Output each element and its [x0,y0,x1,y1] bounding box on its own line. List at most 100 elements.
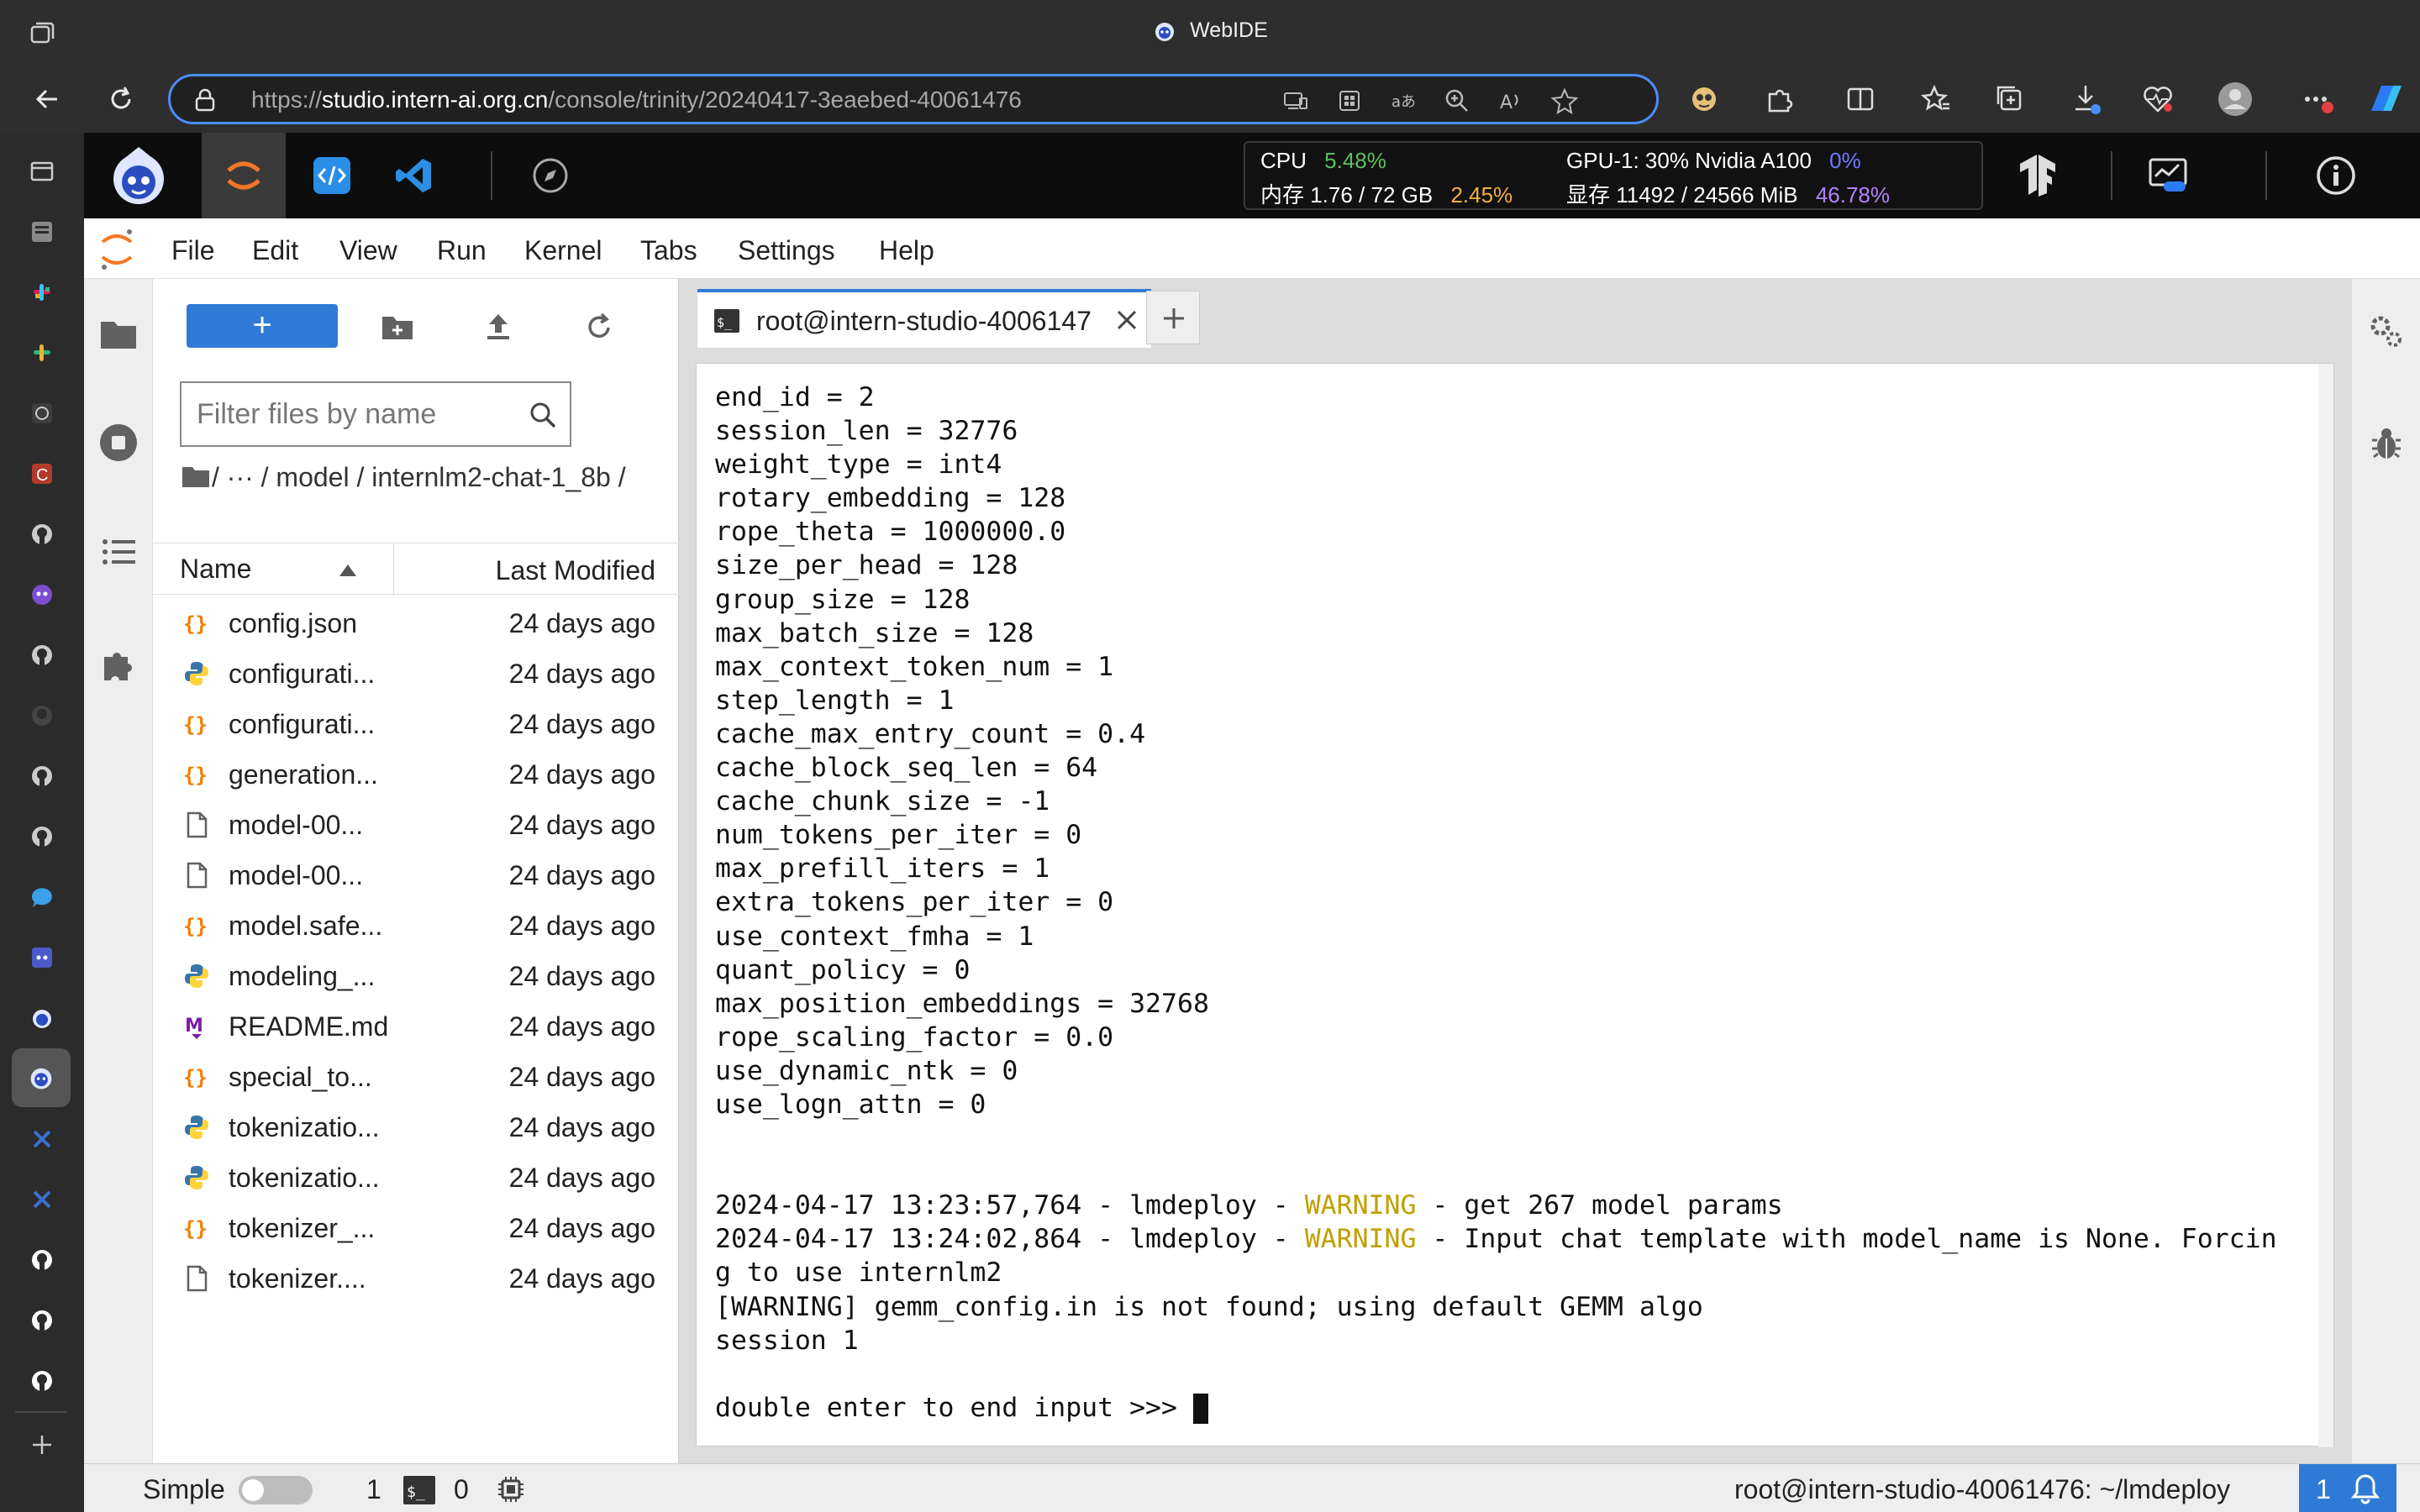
sidebar-item-github-7[interactable] [25,1304,59,1337]
sidebar-item-app-c[interactable]: C [25,457,59,491]
terminals-count[interactable]: 0 [454,1474,469,1505]
terminal-scrollbar[interactable] [2318,364,2333,1447]
copilot-icon[interactable] [2365,79,2408,119]
simple-mode-toggle[interactable] [239,1476,313,1504]
sidebar-item-github-4[interactable] [25,759,59,793]
refresh-files-icon[interactable] [581,309,617,344]
monitor-button[interactable] [2134,133,2202,218]
file-row[interactable]: tokenizatio... 24 days ago [153,1152,679,1203]
sidebar-item-tabs[interactable] [25,155,59,188]
refresh-button[interactable] [103,81,139,118]
extension-avatar-icon[interactable] [1686,81,1723,118]
apps-grid-icon[interactable] [1335,87,1364,115]
sidebar-item-app-1[interactable] [25,396,59,430]
sidebar-item-github-3[interactable] [25,699,59,732]
favorites-icon[interactable] [1918,81,1954,118]
sidebar-item-app-3[interactable] [25,941,59,974]
sidebar-item-github-1[interactable] [25,517,59,551]
file-row[interactable]: tokenizatio... 24 days ago [153,1102,679,1152]
notifications-button[interactable]: 1 [2299,1464,2396,1512]
health-heart-icon[interactable] [2139,81,2176,118]
terminal-output[interactable]: end_id = 2 session_len = 32776 weight_type… [715,381,2277,1425]
collections-icon[interactable] [1991,81,2028,118]
split-screen-icon[interactable] [1842,81,1879,118]
extensions-tab[interactable] [97,643,139,685]
extensions-puzzle-icon[interactable] [1761,81,1798,118]
menu-kernel[interactable]: Kernel [524,235,602,266]
tensorflow-button[interactable] [2008,133,2067,218]
column-name-header[interactable]: Name [180,554,251,585]
file-row[interactable]: tokenizer.... 24 days ago [153,1253,679,1304]
sidebar-item-x-2[interactable] [25,1183,59,1216]
sidebar-item-github-5[interactable] [25,820,59,853]
file-row[interactable]: {} tokenizer_... 24 days ago [153,1203,679,1253]
menu-view[interactable]: View [339,235,397,266]
add-tab-button[interactable] [1146,291,1200,344]
column-divider[interactable] [393,543,394,596]
table-of-contents-tab[interactable] [97,531,139,573]
file-row[interactable]: {} configurati... 24 days ago [153,699,679,749]
file-row[interactable]: {} special_to... 24 days ago [153,1052,679,1102]
favorite-star-icon[interactable] [1550,87,1579,115]
ide-code-tab[interactable] [294,133,370,218]
read-aloud-icon[interactable]: A [1497,87,1525,115]
ide-home-tab[interactable] [84,133,193,218]
menu-settings[interactable]: Settings [738,235,835,266]
breadcrumb[interactable]: / ··· / model / internlm2-chat-1_8b / [182,459,652,496]
sidebar-add-button[interactable] [25,1428,59,1462]
sidebar-item-reader[interactable] [25,215,59,249]
profile-avatar-icon[interactable] [2217,81,2254,118]
terminal-tab[interactable]: $_ root@intern-studio-40061476 [697,289,1151,348]
lock-icon[interactable] [194,88,216,112]
kernels-count[interactable]: 1 [366,1474,381,1505]
new-folder-icon[interactable] [380,309,415,344]
debugger-bug-icon[interactable] [2365,423,2407,465]
file-row[interactable]: {} config.json 24 days ago [153,598,679,648]
file-browser-tab[interactable] [97,312,139,354]
url-text[interactable]: https://studio.intern-ai.org.cn/console/… [251,87,1022,113]
file-row[interactable]: {} generation... 24 days ago [153,749,679,800]
zoom-icon[interactable] [1443,87,1471,115]
upload-icon[interactable] [481,309,516,344]
property-inspector-icon[interactable] [2365,311,2407,353]
sidebar-item-github-8[interactable] [25,1364,59,1398]
terminal-icon[interactable]: $_ [403,1476,435,1504]
file-filter-input[interactable] [197,393,516,435]
ide-explore-tab[interactable] [513,133,588,218]
sidebar-item-slack-2[interactable] [25,336,59,370]
sort-ascending-icon[interactable] [338,562,358,579]
file-row[interactable]: {} model.safe... 24 days ago [153,900,679,951]
sidebar-item-chat[interactable] [25,880,59,914]
file-filter-box[interactable] [180,381,571,447]
menu-help[interactable]: Help [879,235,934,266]
file-row[interactable]: model-00... 24 days ago [153,850,679,900]
file-row[interactable]: modeling_... 24 days ago [153,951,679,1001]
downloads-icon[interactable] [2067,81,2104,118]
sidebar-item-x-1[interactable] [25,1122,59,1156]
file-row[interactable]: configurati... 24 days ago [153,648,679,699]
file-row[interactable]: M README.md 24 days ago [153,1001,679,1052]
device-icon[interactable] [1281,87,1310,115]
address-bar[interactable]: https://studio.intern-ai.org.cn/console/… [168,74,1659,124]
sidebar-item-github-6[interactable] [25,1243,59,1277]
terminal-panel[interactable]: end_id = 2 session_len = 32776 weight_type… [696,363,2334,1447]
ide-jupyter-tab[interactable] [202,133,286,218]
running-sessions-tab[interactable] [97,422,139,464]
column-modified-header[interactable]: Last Modified [496,555,655,586]
kernel-chip-icon[interactable] [496,1474,526,1504]
sidebar-item-app-2[interactable] [25,578,59,612]
breadcrumb-path[interactable]: / ··· / model / internlm2-chat-1_8b / [212,462,626,492]
ide-vscode-tab[interactable] [376,133,452,218]
close-icon[interactable] [1114,307,1139,333]
sidebar-item-webide-1[interactable] [25,1001,59,1035]
menu-file[interactable]: File [171,235,215,266]
sidebar-item-github-2[interactable] [25,638,59,672]
translate-icon[interactable]: aあ [1389,87,1418,115]
more-menu-icon[interactable] [2299,81,2336,118]
sidebar-item-slack-1[interactable] [25,276,59,309]
menu-tabs[interactable]: Tabs [640,235,697,266]
menu-run[interactable]: Run [437,235,487,266]
info-button[interactable] [2302,133,2370,218]
menu-edit[interactable]: Edit [252,235,298,266]
back-button[interactable] [29,81,66,118]
